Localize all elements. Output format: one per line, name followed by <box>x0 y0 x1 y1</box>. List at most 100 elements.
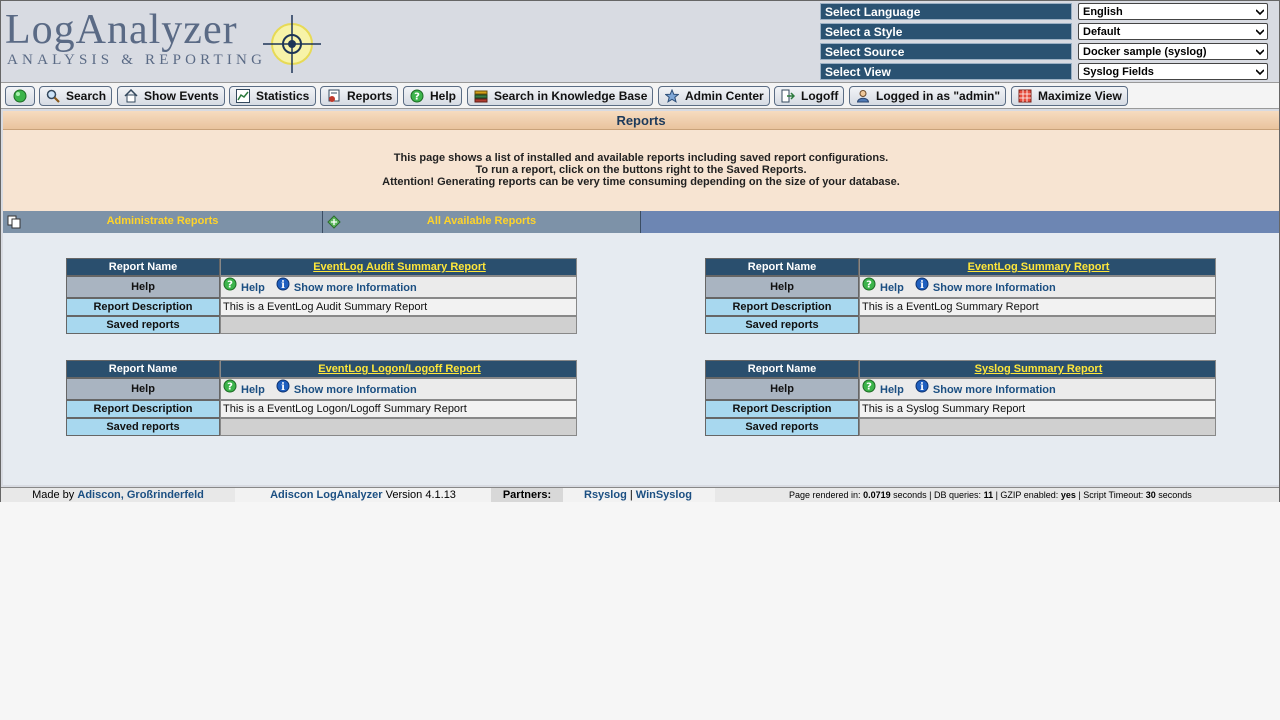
logoff-button-label: Logoff <box>801 89 839 103</box>
more-info-label: Show more Information <box>293 384 417 396</box>
style-select-value: Default <box>1083 26 1121 38</box>
report-help-label: Help <box>66 276 220 298</box>
help-link-label: Help <box>241 384 265 396</box>
report-help-link[interactable]: ? Help <box>223 277 268 294</box>
selector-panel: Select Language English Select a Style D… <box>820 2 1272 82</box>
render-time-label: Page rendered in: <box>789 490 861 500</box>
more-info-label: Show more Information <box>932 282 1056 294</box>
winsyslog-link[interactable]: WinSyslog <box>636 489 692 501</box>
show-more-information-link[interactable]: i Show more Information <box>276 379 417 396</box>
footer-stats: Page rendered in: 0.0719 seconds | DB qu… <box>789 488 1277 502</box>
report-help-link[interactable]: ? Help <box>862 277 907 294</box>
logged-in-user-button[interactable]: Logged in as "admin" <box>849 86 1006 106</box>
chevron-down-icon <box>1256 69 1264 76</box>
maximize-view-button-label: Maximize View <box>1038 89 1122 103</box>
info-line-3: Attention! Generating reports can be ver… <box>382 176 900 188</box>
language-selector-row: Select Language English <box>820 2 1272 22</box>
star-icon <box>665 89 679 103</box>
svg-text:i: i <box>920 382 924 393</box>
info-icon: i <box>276 379 290 393</box>
saved-reports-label: Saved reports <box>66 316 220 334</box>
home-button[interactable] <box>5 86 35 106</box>
product-link[interactable]: Adiscon LogAnalyzer <box>270 489 382 501</box>
help-icon: ? <box>223 277 237 291</box>
language-select[interactable]: English <box>1078 3 1268 20</box>
header: LogAnalyzer ANALYSIS & REPORTING Select … <box>1 1 1279 82</box>
saved-reports-value <box>220 418 577 436</box>
saved-reports-value <box>220 316 577 334</box>
footer-partners: Rsyslog | WinSyslog <box>563 488 715 502</box>
chevron-down-icon <box>1256 9 1264 16</box>
show-events-button[interactable]: Show Events <box>117 86 225 106</box>
admin-center-button[interactable]: Admin Center <box>658 86 770 106</box>
report-help-cell: ? Help i Show more Information <box>220 276 577 298</box>
report-list: Report Name EventLog Audit Summary Repor… <box>3 233 1279 485</box>
info-icon: i <box>915 379 929 393</box>
reports-button[interactable]: Reports <box>320 86 398 106</box>
report-description-value: This is a EventLog Logon/Logoff Summary … <box>220 400 577 418</box>
logged-in-label: Logged in as "admin" <box>876 89 1001 103</box>
report-description-label: Report Description <box>66 298 220 316</box>
logoff-button[interactable]: Logoff <box>774 86 844 106</box>
report-name-row: Report Name Syslog Summary Report <box>705 360 1216 378</box>
logo-title: LogAnalyzer <box>5 7 238 53</box>
help-icon: ? <box>410 89 424 103</box>
books-icon <box>474 90 488 103</box>
chart-icon <box>236 89 250 103</box>
search-icon <box>46 89 60 103</box>
reports-icon <box>328 89 340 102</box>
report-help-link[interactable]: ? Help <box>223 379 268 396</box>
statistics-button[interactable]: Statistics <box>229 86 316 106</box>
timeout-value: 30 <box>1145 490 1156 500</box>
gzip-value: yes <box>1060 490 1076 500</box>
report-card: Report Name EventLog Summary Report Help… <box>705 258 1216 334</box>
report-description-value: This is a Syslog Summary Report <box>859 400 1216 418</box>
maximize-view-button[interactable]: Maximize View <box>1011 86 1128 106</box>
report-help-cell: ? Help i Show more Information <box>859 378 1216 400</box>
crosshair-logo-icon <box>263 15 321 73</box>
source-select-value: Docker sample (syslog) <box>1083 46 1207 58</box>
report-name-row: Report Name EventLog Logon/Logoff Report <box>66 360 577 378</box>
house-icon <box>124 89 138 103</box>
svg-text:i: i <box>920 280 924 291</box>
knowledge-base-button[interactable]: Search in Knowledge Base <box>467 86 653 106</box>
report-name-link[interactable]: EventLog Summary Report <box>968 261 1110 273</box>
report-name-link[interactable]: Syslog Summary Report <box>975 363 1103 375</box>
saved-reports-row: Saved reports <box>66 316 577 334</box>
tab-administrate-reports[interactable]: Administrate Reports <box>3 211 323 233</box>
home-green-dot-icon <box>13 89 27 103</box>
saved-reports-value <box>859 418 1216 436</box>
style-select[interactable]: Default <box>1078 23 1268 40</box>
report-description-value: This is a EventLog Summary Report <box>859 298 1216 316</box>
report-help-link[interactable]: ? Help <box>862 379 907 396</box>
help-icon: ? <box>862 277 876 291</box>
info-line-1: This page shows a list of installed and … <box>393 152 889 164</box>
select-style-label: Select a Style <box>820 23 1072 40</box>
report-name-link[interactable]: EventLog Logon/Logoff Report <box>318 363 481 375</box>
show-more-information-link[interactable]: i Show more Information <box>915 277 1056 294</box>
loganalyzer-logo[interactable]: LogAnalyzer ANALYSIS & REPORTING <box>5 9 325 75</box>
app-frame: LogAnalyzer ANALYSIS & REPORTING Select … <box>0 0 1280 502</box>
source-select[interactable]: Docker sample (syslog) <box>1078 43 1268 60</box>
search-button[interactable]: Search <box>39 86 112 106</box>
made-by-label: Made by <box>32 489 75 501</box>
copy-pages-icon <box>7 215 21 229</box>
tab-all-available-reports[interactable]: All Available Reports <box>323 211 641 233</box>
language-select-value: English <box>1083 6 1123 18</box>
show-more-information-link[interactable]: i Show more Information <box>276 277 417 294</box>
view-select[interactable]: Syslog Fields <box>1078 63 1268 80</box>
report-name-link[interactable]: EventLog Audit Summary Report <box>313 261 486 273</box>
rsyslog-link[interactable]: Rsyslog <box>584 489 627 501</box>
footer-product: Adiscon LogAnalyzer Version 4.1.13 <box>235 488 491 502</box>
author-link[interactable]: Adiscon, Großrinderfeld <box>77 489 204 501</box>
show-more-information-link[interactable]: i Show more Information <box>915 379 1056 396</box>
report-help-label: Help <box>705 276 859 298</box>
more-info-label: Show more Information <box>932 384 1056 396</box>
report-card: Report Name Syslog Summary Report Help ?… <box>705 360 1216 436</box>
help-button[interactable]: ? Help <box>403 86 462 106</box>
report-name-label: Report Name <box>705 258 859 276</box>
select-view-label: Select View <box>820 63 1072 80</box>
source-selector-row: Select Source Docker sample (syslog) <box>820 42 1272 62</box>
saved-reports-row: Saved reports <box>66 418 577 436</box>
select-source-label: Select Source <box>820 43 1072 60</box>
